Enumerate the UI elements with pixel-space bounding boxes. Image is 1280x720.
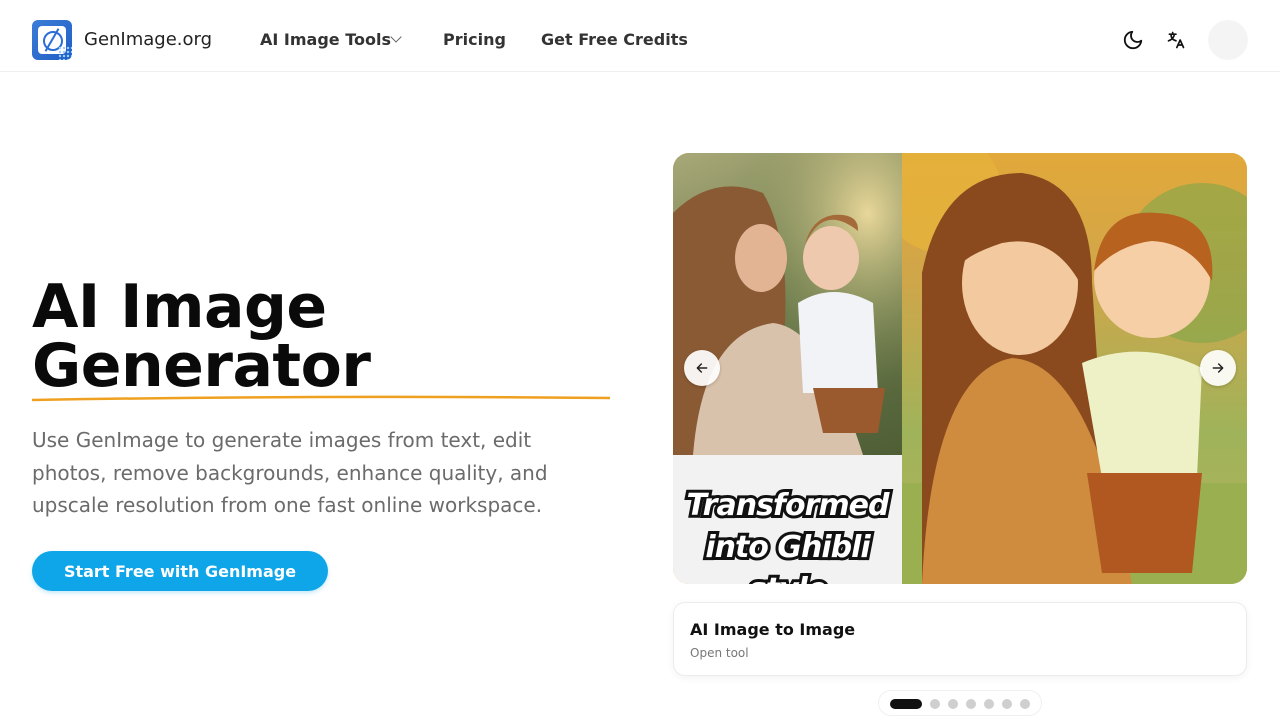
ghibli-style-image xyxy=(902,153,1247,584)
moon-icon[interactable] xyxy=(1122,29,1144,51)
pagination-dot[interactable] xyxy=(948,699,958,709)
tool-card-link[interactable]: Open tool xyxy=(690,646,749,660)
pagination-dot[interactable] xyxy=(1020,699,1030,709)
caption-line2: into Ghibli xyxy=(702,527,873,568)
hero-description: Use GenImage to generate images from tex… xyxy=(32,428,548,517)
arrow-right-icon xyxy=(1212,363,1224,373)
overlay-caption: Transformed into Ghibli style xyxy=(673,455,902,584)
logo-icon[interactable] xyxy=(32,20,72,60)
user-avatar[interactable] xyxy=(1208,20,1248,60)
pagination-dot[interactable] xyxy=(930,699,940,709)
caption-line1: Transformed xyxy=(684,485,893,526)
original-photo xyxy=(673,153,902,455)
hero-title-line2: Generator xyxy=(32,331,371,401)
tool-card[interactable]: AI Image to Image Open tool xyxy=(673,602,1247,676)
carousel-next-button[interactable] xyxy=(1200,350,1236,386)
chevron-down-icon[interactable] xyxy=(390,31,402,43)
title-underline xyxy=(32,395,610,402)
pagination-dot[interactable] xyxy=(890,699,922,709)
tool-card-title: AI Image to Image xyxy=(690,620,856,639)
nav-pricing[interactable]: Pricing xyxy=(443,30,506,49)
brand-name[interactable]: GenImage.org xyxy=(84,29,212,50)
carousel-prev-button[interactable] xyxy=(684,350,720,386)
image-carousel[interactable]: Transformed into Ghibli style xyxy=(673,153,1247,584)
translate-icon[interactable] xyxy=(1166,30,1186,50)
site-header: GenImage.org AI Image Tools Pricing Get … xyxy=(0,0,1280,72)
arrow-left-icon xyxy=(696,363,708,373)
carousel-pagination xyxy=(878,690,1042,716)
nav-ai-image-tools[interactable]: AI Image Tools xyxy=(260,30,391,49)
hero-title: AI Image Generator xyxy=(32,277,371,396)
pagination-dot[interactable] xyxy=(984,699,994,709)
caption-line3: style xyxy=(746,569,830,584)
pagination-dot[interactable] xyxy=(1002,699,1012,709)
nav-get-free-credits[interactable]: Get Free Credits xyxy=(541,30,688,49)
start-free-button[interactable]: Start Free with GenImage xyxy=(32,551,328,591)
pagination-dot[interactable] xyxy=(966,699,976,709)
